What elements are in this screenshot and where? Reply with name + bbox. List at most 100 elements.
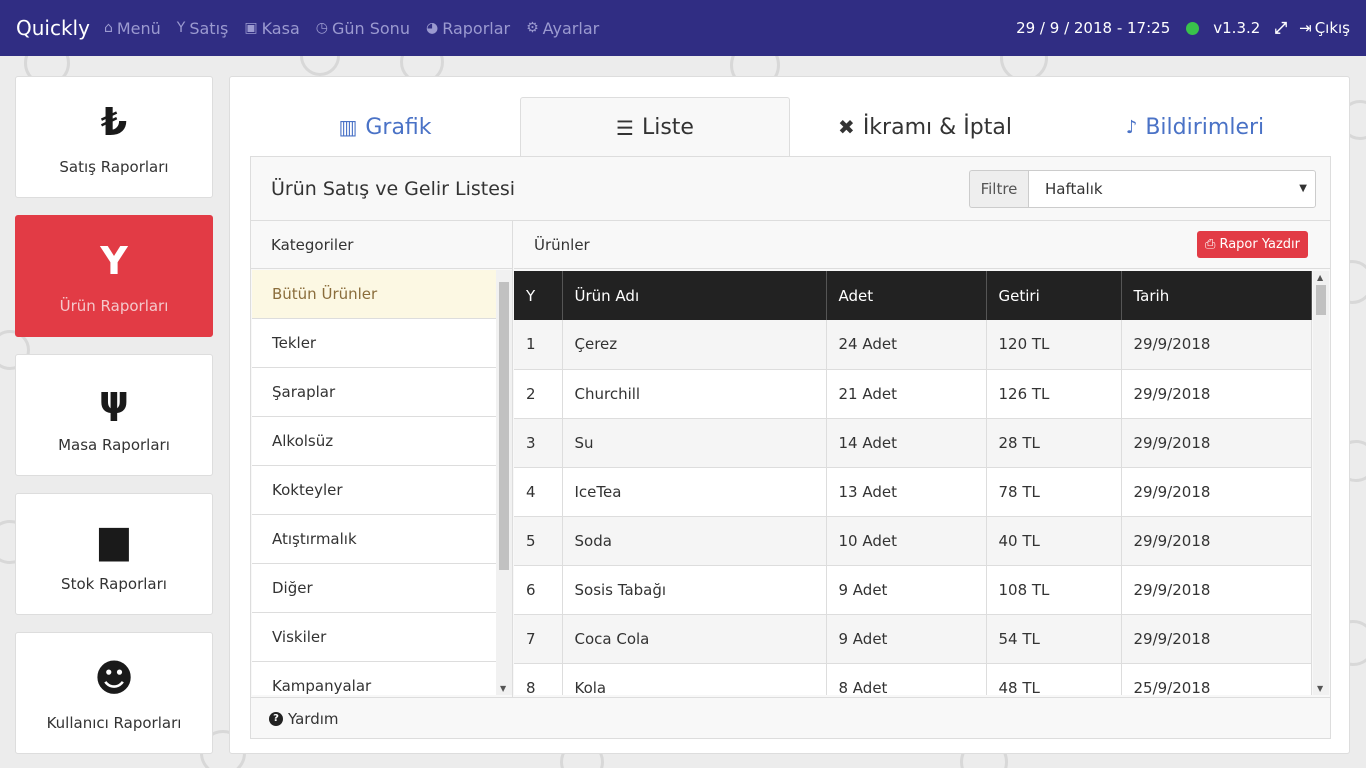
bell-icon: ♪	[1125, 116, 1138, 138]
sign-out-icon: ⇥	[1299, 19, 1312, 37]
tab-list[interactable]: ☰ Liste	[520, 97, 790, 157]
column-header-date[interactable]: Tarih	[1121, 271, 1312, 320]
table-row[interactable]: 1 Çerez 24 Adet 120 TL 29/9/2018	[514, 320, 1312, 370]
product-reports-label: Ürün Raporları	[59, 297, 169, 315]
online-status-icon	[1186, 21, 1200, 35]
table-row[interactable]: 5 Soda 10 Adet 40 TL 29/9/2018	[514, 516, 1312, 566]
category-item[interactable]: Şaraplar	[252, 368, 496, 417]
category-item[interactable]: Alkolsüz	[252, 417, 496, 466]
table-row[interactable]: 6 Sosis Tabağı 9 Adet 108 TL 29/9/2018	[514, 565, 1312, 615]
nav-sales-label: Satış	[189, 18, 229, 38]
scrollbar-thumb[interactable]	[499, 282, 509, 570]
tab-notifications-label: Bildirimleri	[1145, 114, 1265, 140]
table-row[interactable]: 2 Churchill 21 Adet 126 TL 29/9/2018	[514, 369, 1312, 419]
logout-button[interactable]: ⇥ Çıkış	[1299, 19, 1350, 37]
nav-reports-label: Raporlar	[442, 18, 511, 38]
product-date: 29/9/2018	[1121, 369, 1312, 419]
stock-reports-label: Stok Raporları	[61, 575, 167, 593]
users-icon: ☻	[94, 656, 134, 700]
product-quantity: 10 Adet	[826, 516, 987, 566]
product-revenue: 54 TL	[986, 614, 1122, 664]
product-revenue: 108 TL	[986, 565, 1122, 615]
print-report-button[interactable]: ⎙ Rapor Yazdır	[1197, 231, 1308, 258]
tab-notifications[interactable]: ♪ Bildirimleri	[1060, 97, 1330, 157]
column-header-revenue[interactable]: Getiri	[986, 271, 1122, 320]
product-name: Soda	[562, 516, 827, 566]
caret-down-icon: ▼	[1299, 182, 1307, 194]
table-row[interactable]: 7 Coca Cola 9 Adet 54 TL 29/9/2018	[514, 614, 1312, 664]
logout-label: Çıkış	[1314, 19, 1350, 37]
categories-header: Kategoriler	[251, 221, 512, 269]
home-icon: ⌂	[103, 20, 113, 36]
nav-reports[interactable]: ◕ Raporlar	[426, 19, 510, 38]
product-name: Su	[562, 418, 827, 468]
product-quantity: 21 Adet	[826, 369, 987, 419]
row-index: 7	[514, 614, 563, 664]
scrollbar-thumb[interactable]	[1316, 285, 1326, 315]
products-title: Ürünler	[534, 235, 590, 254]
scroll-down-icon[interactable]: ▼	[1317, 684, 1323, 693]
product-reports-card[interactable]: Y Ürün Raporları	[15, 215, 213, 337]
user-reports-card[interactable]: ☻ Kullanıcı Raporları	[15, 632, 213, 754]
tab-chart[interactable]: ▥ Grafik	[250, 97, 520, 157]
table-row[interactable]: 4 IceTea 13 Adet 78 TL 29/9/2018	[514, 467, 1312, 517]
table-reports-card[interactable]: ψ Masa Raporları	[15, 354, 213, 476]
nav-sales[interactable]: Y Satış	[177, 19, 229, 38]
print-icon: ⎙	[1205, 237, 1216, 252]
categories-scrollbar[interactable]: ▼	[496, 270, 512, 695]
user-reports-label: Kullanıcı Raporları	[46, 714, 182, 732]
category-item[interactable]: Diğer	[252, 564, 496, 613]
category-item[interactable]: Kokteyler	[252, 466, 496, 515]
scroll-up-icon[interactable]: ▲	[1317, 273, 1323, 282]
product-date: 29/9/2018	[1121, 467, 1312, 517]
nav-cash-label: Kasa	[261, 18, 300, 38]
print-report-label: Rapor Yazdır	[1219, 237, 1300, 252]
category-item[interactable]: Bütün Ürünler	[252, 270, 496, 319]
nav-menu[interactable]: ⌂ Menü	[104, 19, 161, 38]
tab-list-label: Liste	[641, 115, 694, 140]
tab-complimentary-cancel[interactable]: ✖ İkramı & İptal	[790, 97, 1060, 157]
table-row[interactable]: 3 Su 14 Adet 28 TL 29/9/2018	[514, 418, 1312, 468]
nav-end-of-day[interactable]: ◷ Gün Sonu	[316, 19, 410, 38]
report-tabs: ▥ Grafik ☰ Liste ✖ İkramı & İptal ♪ Bild…	[250, 97, 1330, 157]
column-header-product[interactable]: Ürün Adı	[562, 271, 827, 320]
table-reports-label: Masa Raporları	[58, 436, 170, 454]
row-index: 6	[514, 565, 563, 615]
product-quantity: 24 Adet	[826, 320, 987, 370]
table-scrollbar[interactable]: ▲ ▼	[1313, 271, 1329, 695]
close-icon: ✖	[838, 115, 855, 139]
tab-complimentary-cancel-label: İkramı & İptal	[862, 114, 1012, 140]
category-item[interactable]: Atıştırmalık	[252, 515, 496, 564]
product-date: 29/9/2018	[1121, 418, 1312, 468]
product-revenue: 28 TL	[986, 418, 1122, 468]
lira-icon: ₺	[100, 100, 128, 144]
report-type-sidebar: ₺ Satış Raporları Y Ürün Raporları ψ Mas…	[15, 76, 213, 768]
category-item[interactable]: Viskiler	[252, 613, 496, 662]
category-item[interactable]: Kampanyalar	[252, 662, 496, 695]
table-row[interactable]: 8 Kola 8 Adet 48 TL 25/9/2018	[514, 663, 1312, 695]
product-quantity: 14 Adet	[826, 418, 987, 468]
gears-icon: ⚙	[526, 20, 539, 36]
fullscreen-icon[interactable]: ⤢	[1274, 18, 1287, 38]
category-item[interactable]: Tekler	[252, 319, 496, 368]
sales-reports-card[interactable]: ₺ Satış Raporları	[15, 76, 213, 198]
cocktail-icon: Y	[526, 286, 536, 305]
page-title: Ürün Satış ve Gelir Listesi	[271, 177, 516, 200]
column-header-quantity[interactable]: Adet	[826, 271, 987, 320]
scroll-down-icon[interactable]: ▼	[500, 684, 506, 693]
help-link[interactable]: ? Yardım	[251, 697, 1330, 739]
nav-settings[interactable]: ⚙ Ayarlar	[526, 19, 599, 38]
row-index: 5	[514, 516, 563, 566]
nav-cash[interactable]: ▣ Kasa	[244, 19, 299, 38]
truck-icon: ▆	[99, 517, 129, 561]
brand-logo[interactable]: Quickly	[16, 16, 90, 40]
filter-select[interactable]: Haftalık ▼	[1028, 169, 1316, 208]
stock-reports-card[interactable]: ▆ Stok Raporları	[15, 493, 213, 615]
cocktail-icon: Y	[176, 20, 186, 36]
product-quantity: 9 Adet	[826, 565, 987, 615]
main-nav: ⌂ Menü Y Satış ▣ Kasa ◷ Gün Sonu ◕ Rapor…	[104, 19, 615, 38]
column-header-index[interactable]: Y	[514, 271, 563, 320]
pie-chart-icon: ◕	[425, 20, 439, 36]
filter-label: Filtre	[969, 169, 1028, 208]
product-revenue: 120 TL	[986, 320, 1122, 370]
